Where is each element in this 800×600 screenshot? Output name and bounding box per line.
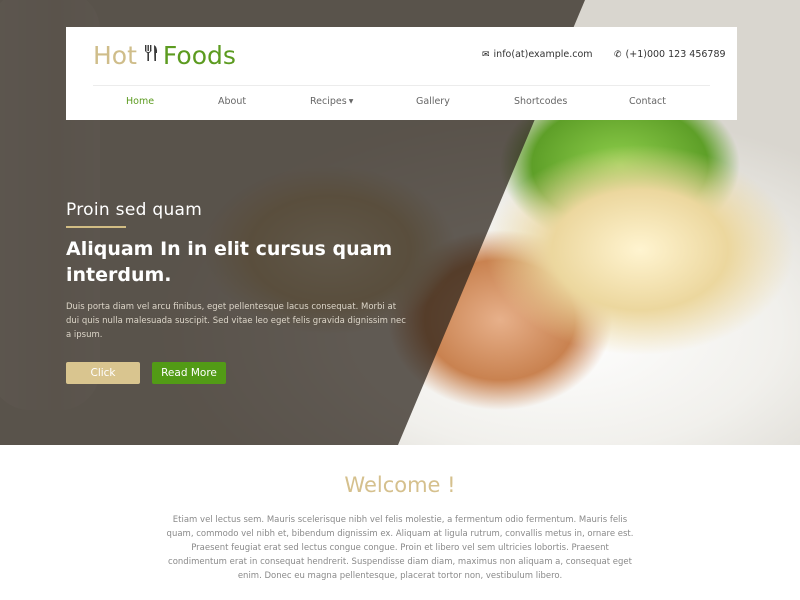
main-nav: Home About Recipes ▼ Gallery Shortcodes C… — [66, 93, 737, 113]
hero-buttons: Click Read More — [66, 362, 426, 384]
nav-item-recipes-label: Recipes — [310, 96, 347, 107]
read-more-button[interactable]: Read More — [152, 362, 226, 384]
welcome-section: Welcome ! Etiam vel lectus sem. Mauris s… — [0, 445, 800, 600]
nav-item-gallery[interactable]: Gallery — [416, 96, 450, 107]
contact-phone-text: (+1)000 123 456789 — [625, 49, 726, 60]
phone-icon: ✆ — [614, 49, 622, 60]
caret-down-icon: ▼ — [348, 98, 354, 105]
contact-email-text: info(at)example.com — [493, 49, 593, 60]
logo[interactable]: Hot Foods — [93, 41, 236, 70]
hero-divider — [66, 226, 126, 228]
site-header: Hot Foods ✉ info(at)example.com ✆ (+1)00… — [66, 27, 737, 120]
nav-item-home[interactable]: Home — [126, 96, 154, 107]
hero-text: Duis porta diam vel arcu finibus, eget p… — [66, 302, 406, 340]
fork-knife-icon — [143, 44, 159, 67]
hero-title: Aliquam In in elit cursus quam interdum. — [66, 238, 393, 286]
logo-text-hot: Hot — [93, 41, 137, 70]
nav-item-contact[interactable]: Contact — [629, 96, 666, 107]
click-button[interactable]: Click — [66, 362, 140, 384]
welcome-text: Etiam vel lectus sem. Mauris scelerisque… — [166, 515, 634, 581]
contact-email[interactable]: ✉ info(at)example.com — [482, 49, 593, 60]
logo-text-foods: Foods — [162, 41, 236, 70]
envelope-icon: ✉ — [482, 49, 490, 60]
hero-content: Proin sed quam Aliquam In in elit cursus… — [66, 200, 426, 384]
nav-item-shortcodes[interactable]: Shortcodes — [514, 96, 567, 107]
contact-phone[interactable]: ✆ (+1)000 123 456789 — [614, 49, 726, 60]
nav-item-recipes[interactable]: Recipes ▼ — [310, 96, 353, 107]
welcome-title: Welcome ! — [344, 473, 456, 497]
nav-item-about[interactable]: About — [218, 96, 246, 107]
header-divider — [93, 85, 710, 86]
hero-subtitle: Proin sed quam — [66, 200, 203, 220]
